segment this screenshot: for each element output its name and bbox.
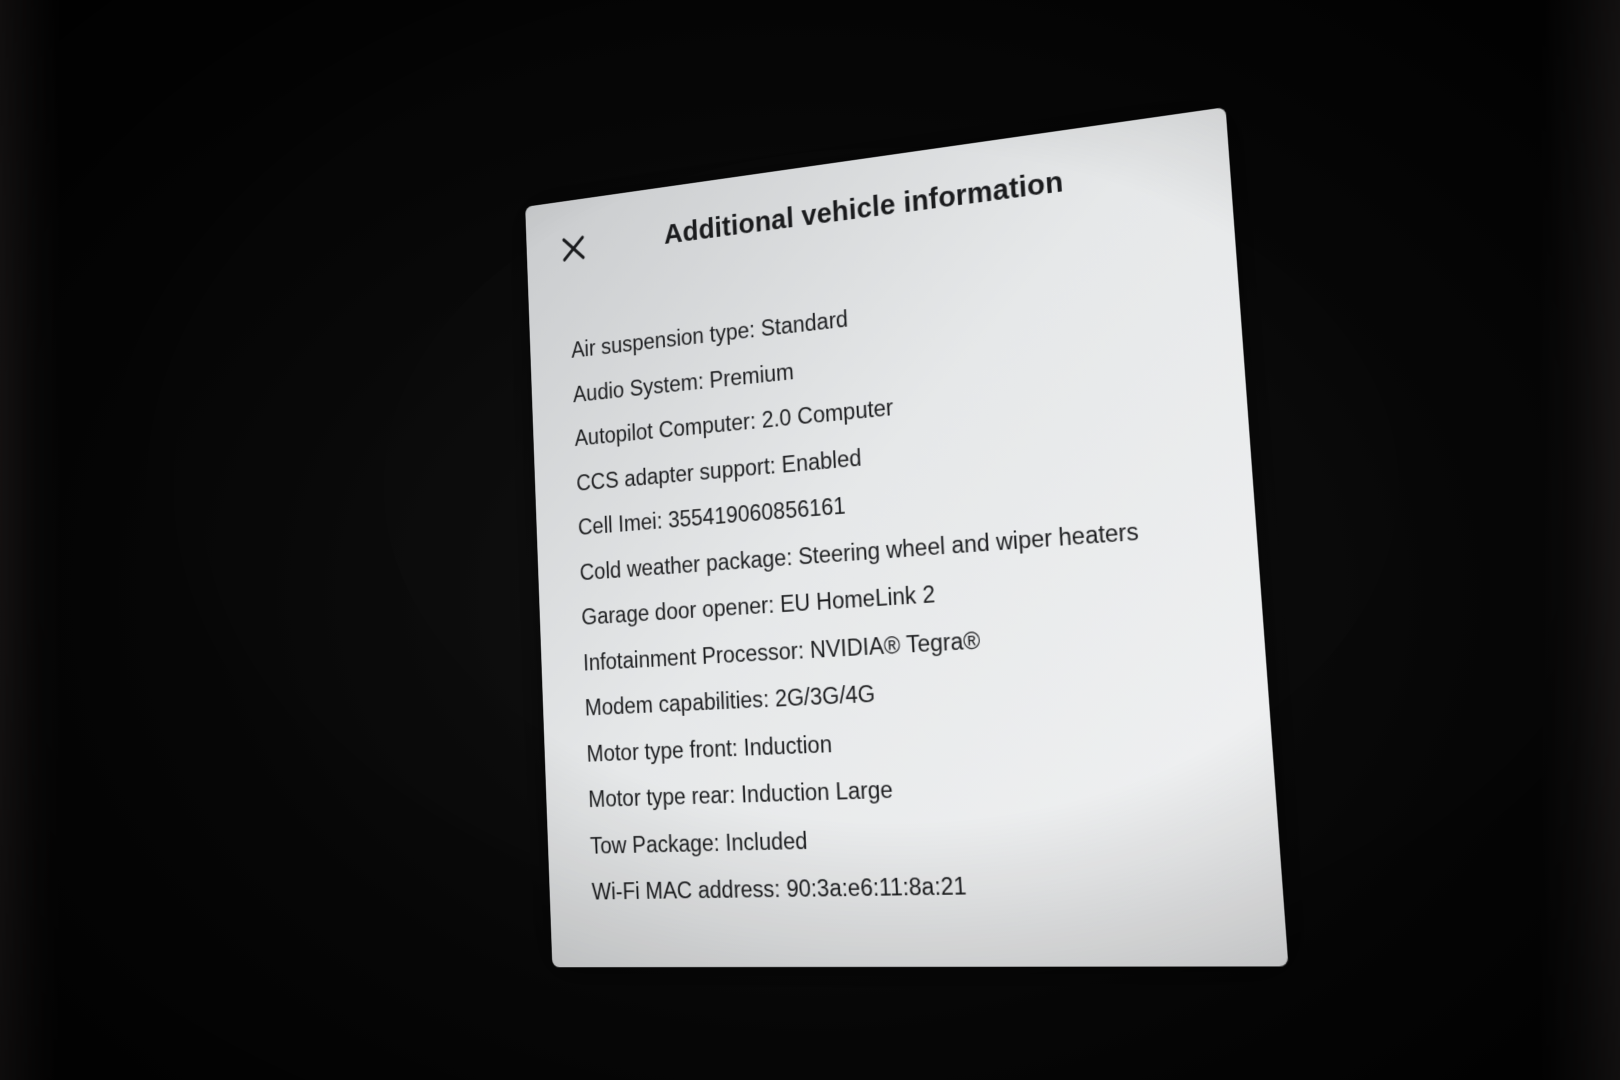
info-label: Autopilot Computer	[574, 408, 762, 451]
info-label: Tow Package	[590, 829, 726, 858]
info-value: Induction	[743, 730, 833, 761]
info-label: Motor type rear	[588, 782, 742, 812]
info-value: EU HomeLink 2	[779, 581, 936, 618]
info-label: CCS adapter support	[576, 452, 782, 495]
info-value: Enabled	[781, 444, 863, 478]
info-value: NVIDIA® Tegra®	[809, 626, 981, 663]
vehicle-info-list: Air suspension typeStandard Audio System…	[571, 264, 1164, 916]
info-label: Garage door opener	[581, 591, 781, 629]
info-label: Motor type front	[586, 734, 744, 766]
info-label: Infotainment Processor	[583, 637, 811, 675]
info-value: Premium	[708, 358, 795, 393]
dialog-stage: Additional vehicle information Air suspe…	[0, 0, 1620, 1080]
info-value: 90:3a:e6:11:8a:21	[785, 872, 968, 902]
car-display-screen: Additional vehicle information Air suspe…	[0, 0, 1620, 1080]
info-value: Standard	[760, 306, 849, 342]
info-row-wifi-mac: Wi-Fi MAC address90:3a:e6:11:8a:21	[591, 858, 1164, 915]
info-value: 2.0 Computer	[761, 394, 894, 433]
info-label: Wi-Fi MAC address	[591, 876, 787, 905]
info-value: Included	[724, 827, 808, 856]
info-label: Cold weather package	[579, 543, 799, 584]
dialog-title: Additional vehicle information	[663, 166, 1065, 251]
info-label: Modem capabilities	[584, 686, 775, 721]
info-value: Induction Large	[740, 776, 894, 808]
info-value: 2G/3G/4G	[774, 680, 876, 712]
info-label: Audio System	[573, 368, 710, 407]
info-value: 355419060856161	[667, 492, 847, 533]
vehicle-info-dialog: Additional vehicle information Air suspe…	[525, 107, 1289, 968]
info-label: Cell Imei	[578, 508, 669, 540]
